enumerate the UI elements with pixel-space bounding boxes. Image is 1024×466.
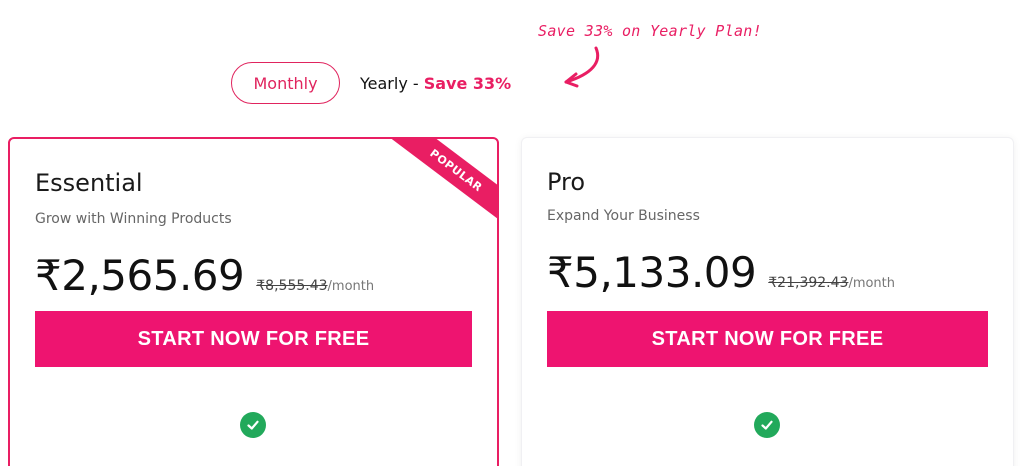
start-now-button[interactable]: START NOW FOR FREE — [547, 311, 988, 367]
price-row: ₹2,565.69 ₹8,555.43 /month — [35, 251, 374, 300]
plan-name: Pro — [547, 168, 586, 196]
yearly-promo-note: Save 33% on Yearly Plan! — [538, 22, 762, 40]
plan-card-essential: POPULAR Essential Grow with Winning Prod… — [8, 137, 499, 466]
plan-old-price: ₹21,392.43 — [768, 275, 849, 291]
check-icon — [240, 412, 266, 438]
price-period: /month — [848, 276, 896, 291]
billing-toggle: Monthly Yearly - Save 33% — [231, 62, 511, 104]
plan-price: ₹5,133.09 — [547, 248, 757, 297]
popular-badge: POPULAR — [387, 139, 497, 227]
monthly-toggle-button[interactable]: Monthly — [231, 62, 340, 104]
yearly-toggle-button[interactable]: Yearly - Save 33% — [360, 74, 511, 93]
plan-card-pro: Pro Expand Your Business ₹5,133.09 ₹21,3… — [521, 137, 1014, 466]
plan-subtitle: Grow with Winning Products — [35, 211, 232, 227]
plan-subtitle: Expand Your Business — [547, 208, 700, 224]
curved-arrow-icon — [564, 46, 599, 88]
plan-name: Essential — [35, 169, 143, 197]
start-now-button[interactable]: START NOW FOR FREE — [35, 311, 472, 367]
price-row: ₹5,133.09 ₹21,392.43 /month — [547, 248, 895, 297]
check-icon — [754, 412, 780, 438]
yearly-label: Yearly - — [360, 73, 424, 93]
plan-price: ₹2,565.69 — [35, 251, 245, 300]
plan-old-price: ₹8,555.43 — [256, 278, 328, 294]
price-period: /month — [327, 279, 375, 294]
yearly-save-label: Save 33% — [423, 73, 512, 93]
